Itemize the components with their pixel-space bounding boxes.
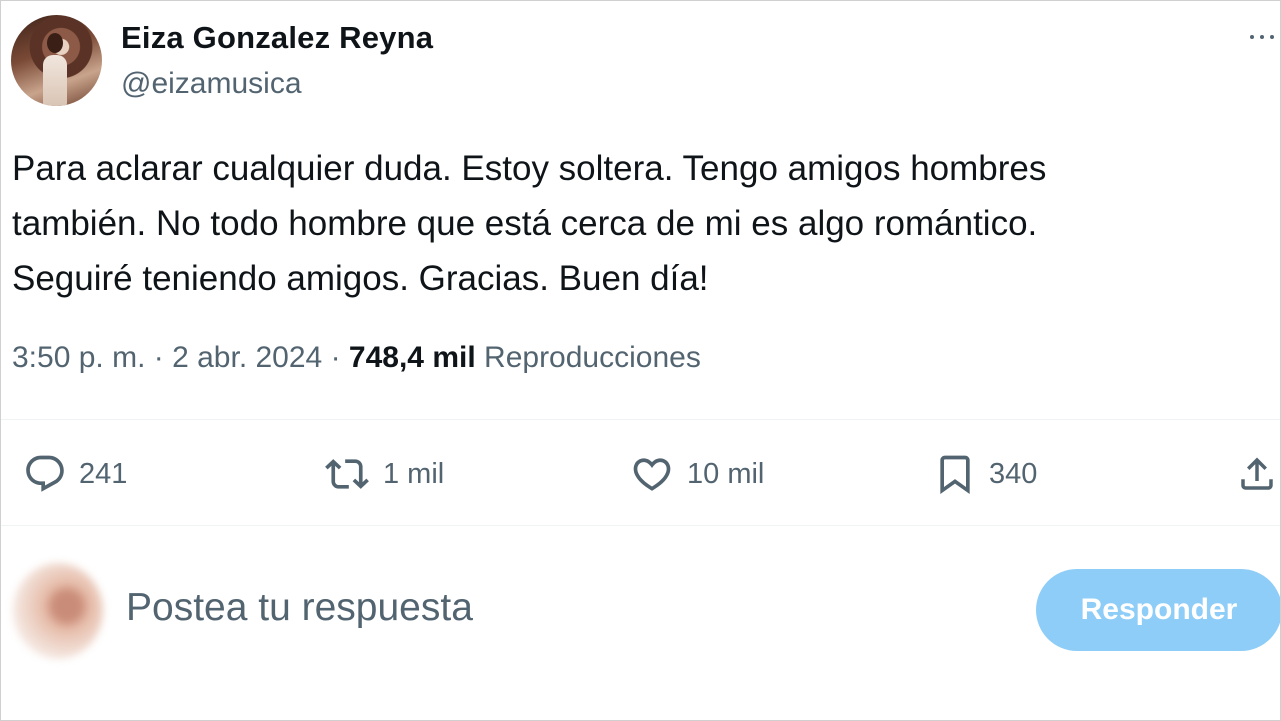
divider bbox=[1, 525, 1280, 526]
tweet-actions-bar: 241 1 mil 10 mil 340 bbox=[1, 441, 1280, 507]
meta-separator: · bbox=[153, 341, 164, 374]
like-count: 10 mil bbox=[687, 457, 765, 490]
tweet-meta: 3:50 p. m. · 2 abr. 2024 · 748,4 mil Rep… bbox=[12, 341, 701, 375]
avatar-figure-dress bbox=[43, 55, 67, 106]
bookmark-icon bbox=[940, 455, 970, 495]
tweet-text-line: Seguiré teniendo amigos. Gracias. Buen d… bbox=[12, 259, 709, 298]
more-horizontal-icon[interactable] bbox=[1248, 27, 1276, 47]
divider bbox=[1, 419, 1280, 420]
repost-count: 1 mil bbox=[383, 457, 445, 490]
tweet-text-line: también. No todo hombre que está cerca d… bbox=[12, 204, 1038, 243]
author-display-name[interactable]: Eiza Gonzalez Reyna bbox=[121, 20, 433, 56]
tweet-card: Eiza Gonzalez Reyna @eizamusica Para acl… bbox=[0, 0, 1281, 721]
repost-button[interactable]: 1 mil bbox=[323, 441, 444, 507]
bookmark-button[interactable]: 340 bbox=[933, 441, 1037, 507]
views-count[interactable]: 748,4 mil bbox=[349, 341, 476, 374]
repost-icon bbox=[325, 459, 369, 489]
avatar-figure-head bbox=[47, 33, 63, 53]
tweet-text-line: Para aclarar cualquier duda. Estoy solte… bbox=[12, 149, 1047, 188]
reply-icon bbox=[26, 455, 64, 492]
viewer-avatar bbox=[13, 563, 103, 659]
author-handle[interactable]: @eizamusica bbox=[121, 67, 302, 101]
tweet-date[interactable]: 2 abr. 2024 bbox=[172, 341, 322, 374]
meta-separator: · bbox=[330, 341, 341, 374]
heart-icon bbox=[633, 458, 671, 491]
like-button[interactable]: 10 mil bbox=[629, 441, 764, 507]
share-icon bbox=[1241, 457, 1273, 490]
tweet-time[interactable]: 3:50 p. m. bbox=[12, 341, 145, 374]
reply-button[interactable]: 241 bbox=[23, 441, 127, 507]
reply-count: 241 bbox=[79, 457, 128, 490]
reply-input[interactable]: Postea tu respuesta bbox=[126, 586, 473, 630]
author-avatar[interactable] bbox=[11, 15, 102, 106]
bookmark-count: 340 bbox=[989, 457, 1038, 490]
share-button[interactable] bbox=[1236, 441, 1278, 507]
views-label[interactable]: Reproducciones bbox=[484, 341, 701, 374]
tweet-text: Para aclarar cualquier duda. Estoy solte… bbox=[12, 141, 1252, 306]
reply-submit-button[interactable]: Responder bbox=[1036, 569, 1280, 651]
